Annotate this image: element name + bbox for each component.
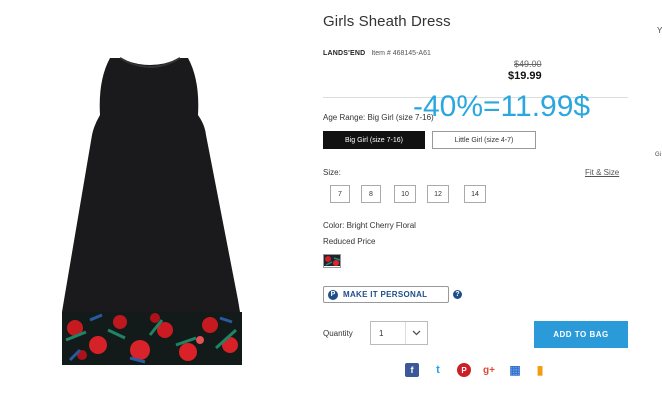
size-option-14[interactable]: 14	[464, 185, 486, 203]
brand-logo: LANDS'END	[323, 50, 366, 57]
color-label: Color: Bright Cherry Floral	[323, 221, 416, 230]
discount-overlay-text: -40%=11.99$	[413, 90, 591, 123]
size-label: Size:	[323, 168, 341, 177]
color-swatch[interactable]	[323, 254, 341, 268]
product-image	[0, 0, 300, 420]
make-it-personal-button[interactable]: P MAKE IT PERSONAL	[323, 286, 449, 303]
bookmark-icon[interactable]: ▮	[533, 363, 547, 377]
right-edge-text: Y	[657, 26, 662, 35]
product-title: Girls Sheath Dress	[323, 13, 451, 30]
pinterest-icon[interactable]: P	[457, 363, 471, 377]
age-option-big-girl[interactable]: Big Girl (size 7-16)	[323, 131, 425, 149]
facebook-icon[interactable]: f	[405, 363, 419, 377]
brand-row: LANDS'END Item # 468145-A61	[323, 50, 431, 57]
original-price: $49.00	[514, 59, 542, 69]
add-to-bag-button[interactable]: ADD TO BAG	[534, 321, 628, 348]
fit-and-size-link[interactable]: Fit & Size	[585, 168, 619, 177]
google-plus-icon[interactable]: g+	[482, 363, 496, 377]
quantity-value: 1	[379, 328, 384, 338]
personalize-icon: P	[328, 289, 338, 300]
quantity-select[interactable]: 1	[370, 321, 428, 345]
size-option-7[interactable]: 7	[330, 185, 350, 203]
right-edge-text-2: Gi	[655, 152, 661, 158]
reduced-price-label: Reduced Price	[323, 237, 376, 246]
item-number: Item # 468145-A61	[371, 50, 431, 57]
twitter-icon[interactable]: t	[431, 363, 445, 377]
size-option-8[interactable]: 8	[361, 185, 381, 203]
size-option-10[interactable]: 10	[394, 185, 416, 203]
dress-image	[62, 57, 242, 365]
age-option-little-girl[interactable]: Little Girl (size 4-7)	[432, 131, 536, 149]
make-it-personal-label: MAKE IT PERSONAL	[343, 290, 428, 299]
size-option-12[interactable]: 12	[427, 185, 449, 203]
help-icon[interactable]: ?	[453, 290, 462, 299]
quantity-label: Quantity	[323, 329, 353, 338]
delicious-icon[interactable]: ▦	[508, 363, 522, 377]
floral-swatch-icon	[324, 255, 340, 267]
chevron-down-icon	[405, 322, 427, 344]
sale-price: $19.99	[508, 70, 542, 82]
